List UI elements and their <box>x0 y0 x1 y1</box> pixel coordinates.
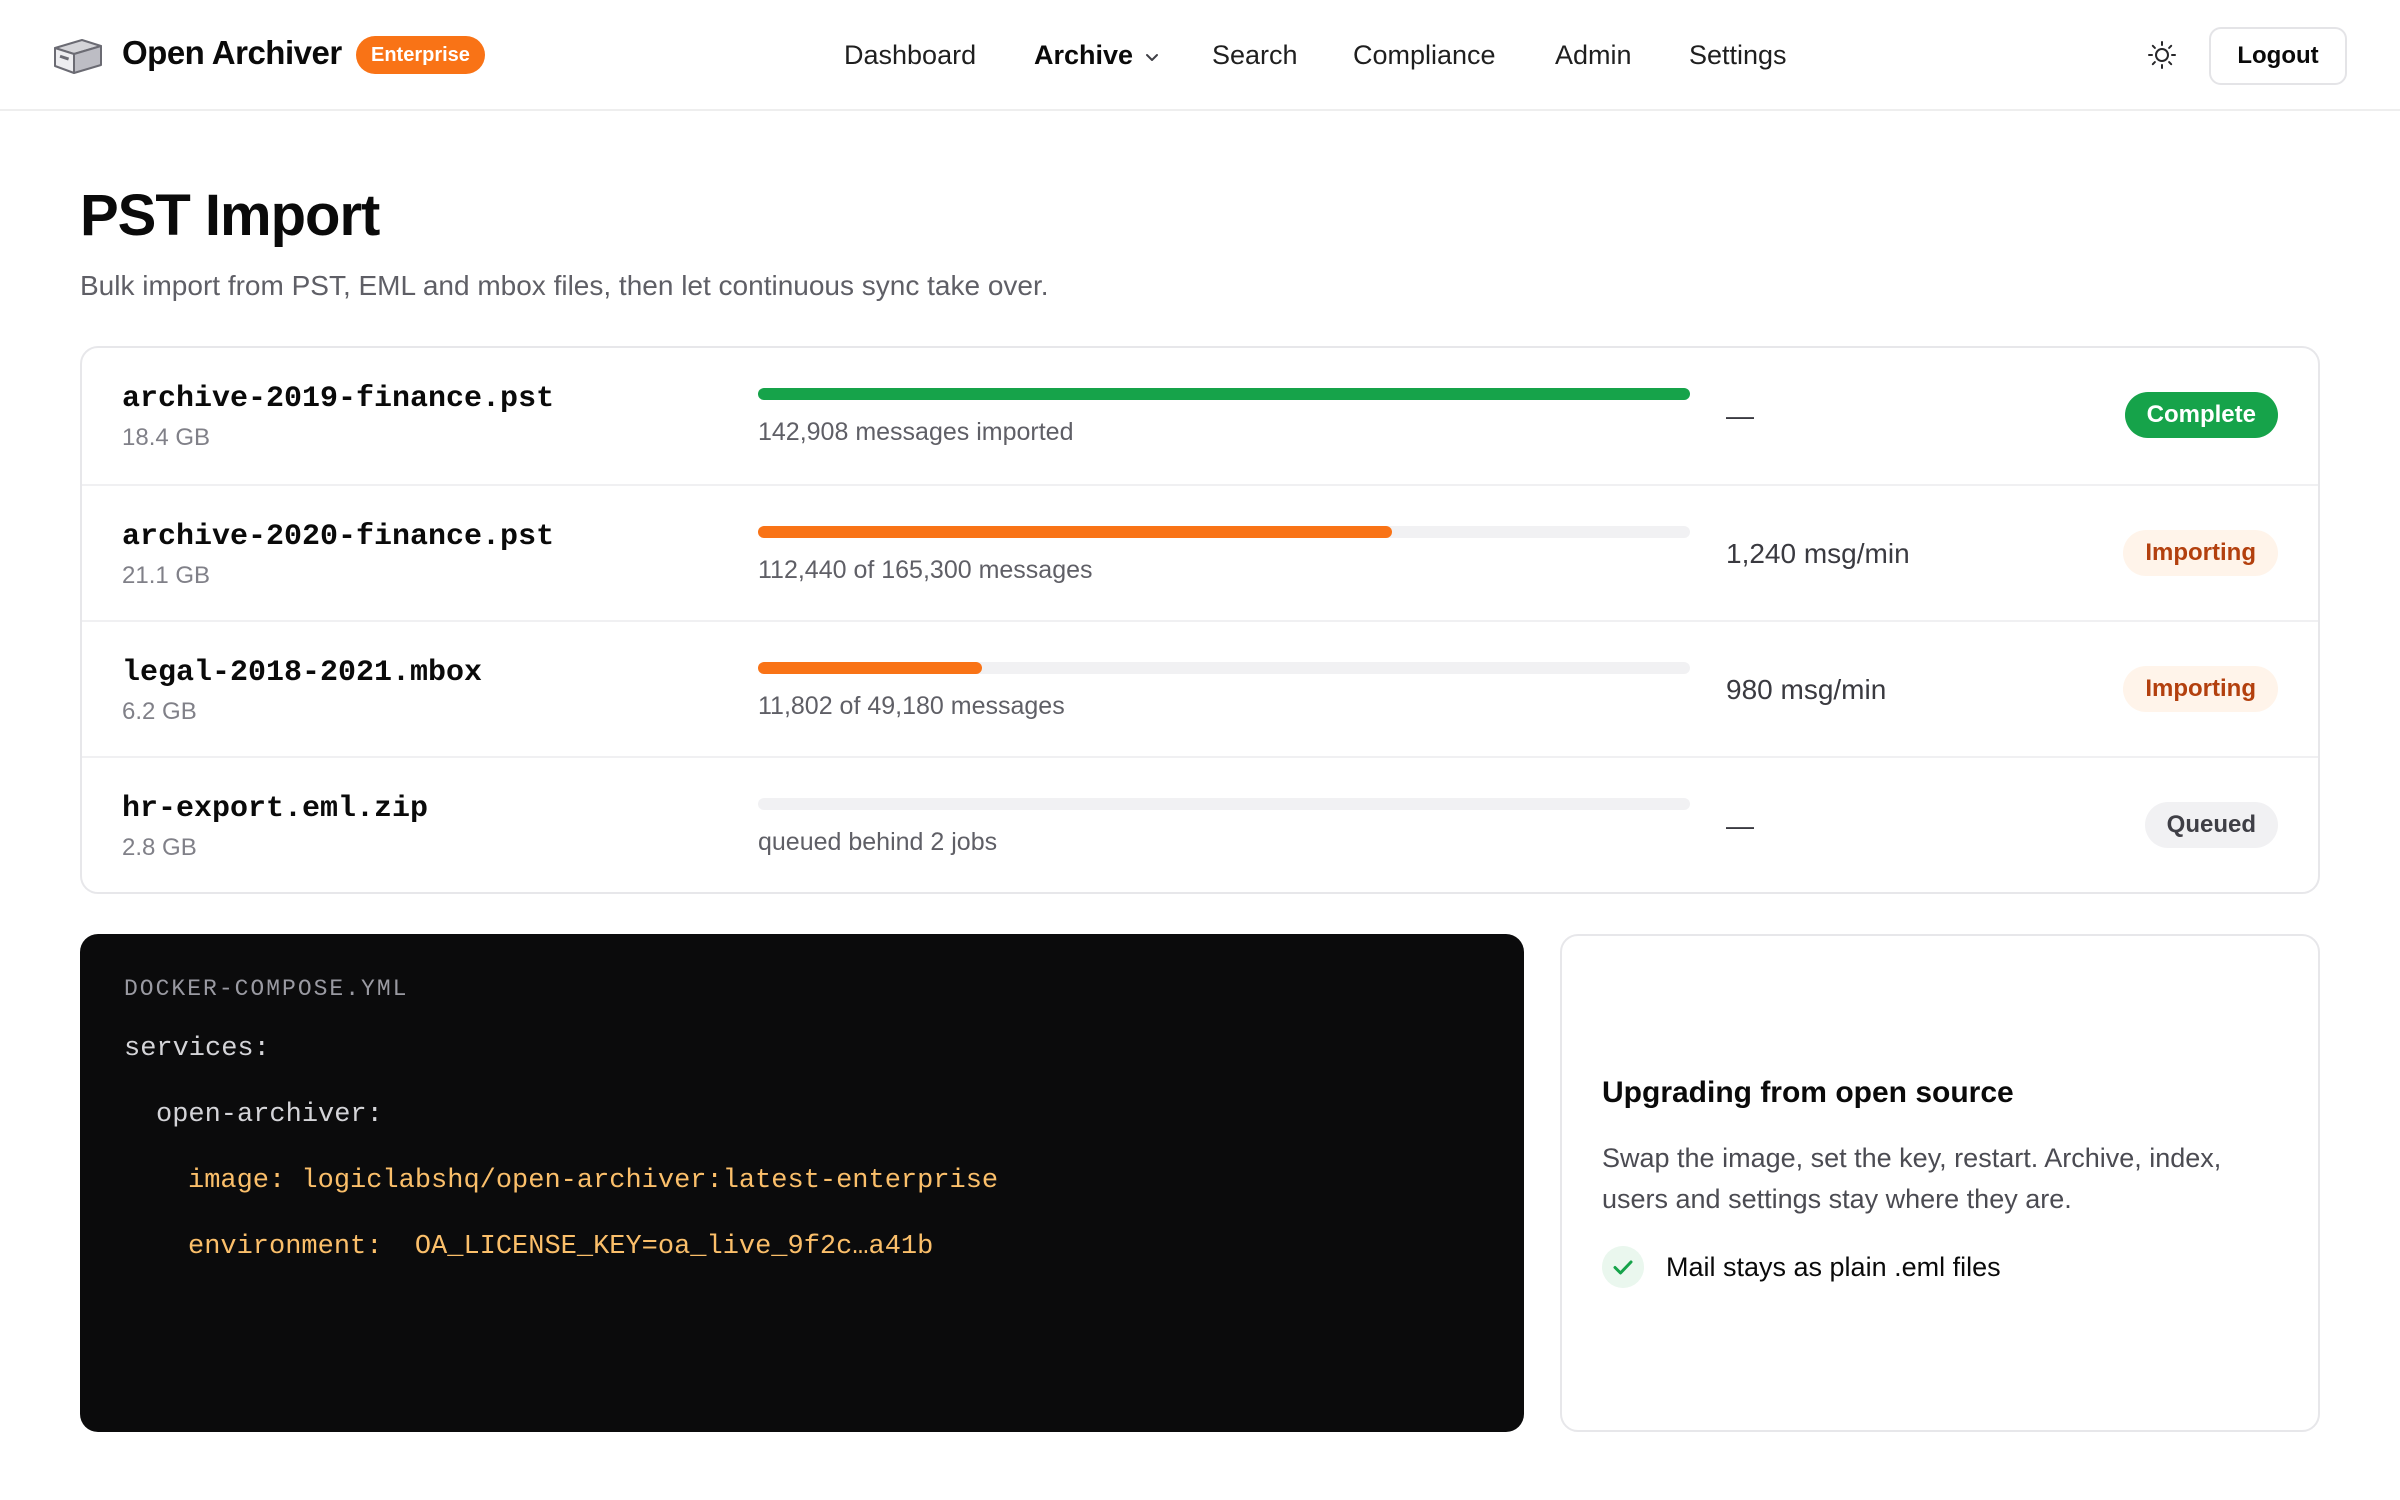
upgrade-title: Upgrading from open source <box>1602 1076 2014 1109</box>
message-count: 11,802 of 49,180 messages <box>758 692 1065 720</box>
nav-search[interactable]: Search <box>1212 40 1298 71</box>
logout-button[interactable]: Logout <box>2209 27 2347 85</box>
import-rate: 1,240 msg/min <box>1726 538 1910 569</box>
sun-icon[interactable] <box>2147 40 2177 70</box>
code-value: OA_LICENSE_KEY=oa_live_9f2c…a41b <box>414 1232 934 1262</box>
status-badge: Importing <box>2123 666 2278 712</box>
archive-box-logo-icon[interactable] <box>52 36 104 76</box>
top-bar: Open Archiver Enterprise Dashboard Archi… <box>0 0 2400 111</box>
status-badge: Importing <box>2123 530 2278 576</box>
file-name: archive-2019-finance.pst <box>122 382 555 416</box>
nav-compliance[interactable]: Compliance <box>1353 40 1496 71</box>
code-line: environment: OA_LICENSE_KEY=oa_live_9f2c… <box>188 1232 933 1262</box>
nav-dashboard[interactable]: Dashboard <box>844 40 976 71</box>
import-rate: — <box>1726 400 1754 431</box>
brand-name[interactable]: Open Archiver <box>122 34 342 72</box>
import-row[interactable]: archive-2019-finance.pst 18.4 GB 142,908… <box>82 348 2318 484</box>
upgrade-info-card: Upgrading from open source Swap the imag… <box>1560 934 2320 1432</box>
message-count: queued behind 2 jobs <box>758 828 998 856</box>
file-name: hr-export.eml.zip <box>122 792 429 826</box>
file-name: legal-2018-2021.mbox <box>122 656 483 690</box>
progress-track <box>758 388 1690 400</box>
code-key: image: <box>188 1166 286 1196</box>
docker-compose-code-block[interactable]: DOCKER-COMPOSE.YML services: open-archiv… <box>80 934 1524 1432</box>
status-badge: Queued <box>2144 802 2278 848</box>
import-jobs-card: archive-2019-finance.pst 18.4 GB 142,908… <box>80 346 2320 894</box>
progress-fill <box>758 662 982 674</box>
nav-archive[interactable]: Archive <box>1034 40 1159 71</box>
message-count: 142,908 messages imported <box>758 418 1074 446</box>
nav-archive-label: Archive <box>1034 40 1134 70</box>
enterprise-badge: Enterprise <box>356 36 485 74</box>
code-key: environment: <box>188 1232 383 1262</box>
message-count: 112,440 of 165,300 messages <box>758 556 1093 584</box>
nav-admin[interactable]: Admin <box>1555 40 1632 71</box>
code-block-title: DOCKER-COMPOSE.YML <box>124 976 409 1002</box>
chevron-down-icon <box>1146 54 1159 61</box>
code-line: image: logiclabshq/open-archiver:latest-… <box>188 1166 998 1196</box>
code-value: logiclabshq/open-archiver:latest-enterpr… <box>301 1166 999 1196</box>
import-row[interactable]: legal-2018-2021.mbox 6.2 GB 11,802 of 49… <box>82 620 2318 756</box>
code-line: open-archiver: <box>156 1100 383 1130</box>
progress-track <box>758 526 1690 538</box>
status-badge: Complete <box>2124 392 2278 438</box>
progress-fill <box>758 388 1690 400</box>
import-row[interactable]: hr-export.eml.zip 2.8 GB queued behind 2… <box>82 756 2318 892</box>
import-rate: 980 msg/min <box>1726 674 1887 705</box>
feature-check-label: Mail stays as plain .eml files <box>1666 1252 2001 1282</box>
import-rate: — <box>1726 810 1754 841</box>
page-subtitle: Bulk import from PST, EML and mbox files… <box>80 270 1049 301</box>
progress-track <box>758 798 1690 810</box>
import-row[interactable]: archive-2020-finance.pst 21.1 GB 112,440… <box>82 484 2318 620</box>
progress-track <box>758 662 1690 674</box>
file-size: 2.8 GB <box>122 834 197 861</box>
code-line: services: <box>124 1034 270 1064</box>
file-size: 21.1 GB <box>122 562 211 589</box>
page-title: PST Import <box>80 183 380 248</box>
progress-fill <box>758 526 1392 538</box>
file-size: 18.4 GB <box>122 424 211 451</box>
file-name: archive-2020-finance.pst <box>122 520 555 554</box>
nav-settings[interactable]: Settings <box>1689 40 1787 71</box>
file-size: 6.2 GB <box>122 698 197 725</box>
upgrade-description: Swap the image, set the key, restart. Ar… <box>1602 1143 2222 1214</box>
check-icon <box>1602 1246 1644 1288</box>
